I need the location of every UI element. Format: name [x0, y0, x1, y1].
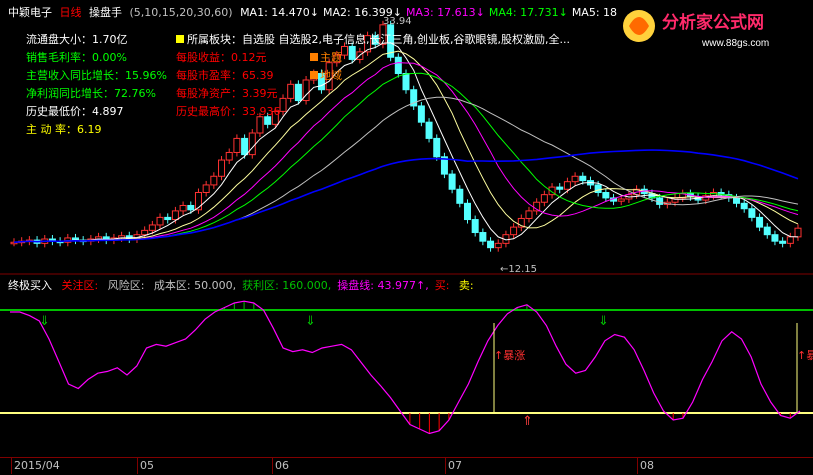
candle	[794, 227, 802, 238]
candle	[617, 198, 625, 202]
candle	[556, 186, 564, 190]
info-row: 每股市盈率：65.39	[176, 69, 274, 82]
info-row: 净利润同比增长：72.76%	[26, 87, 156, 100]
candle	[487, 240, 495, 249]
candle	[456, 188, 464, 204]
tag-square-icon	[310, 53, 318, 61]
candle	[494, 242, 502, 249]
candle	[156, 216, 164, 226]
surge-label: ↑暴涨	[494, 349, 525, 362]
ma30-line	[13, 96, 799, 243]
info-row: 历史最高价：33.936	[176, 105, 281, 118]
candle	[433, 137, 441, 158]
low-price-mark: ←12.15	[500, 264, 538, 275]
candle	[571, 175, 579, 183]
axis-label: 08	[640, 459, 654, 472]
candle	[294, 83, 302, 102]
candle	[563, 181, 571, 190]
candle	[479, 232, 487, 242]
info-row: 主营收入同比增长：15.96%	[26, 69, 167, 82]
candle	[525, 210, 533, 219]
info-row: 每股净资产：3.39元	[176, 87, 278, 100]
block-square-icon	[176, 35, 184, 43]
candle	[763, 226, 771, 236]
axis-tick	[11, 458, 12, 474]
time-axis	[0, 457, 813, 475]
info-row: 所属板块：自选股 自选股2,电子信息,长江三角,创业板,谷歌眼镜,股权激励,全.…	[176, 31, 570, 47]
candle	[602, 192, 610, 199]
candle	[241, 137, 249, 156]
axis-label: 06	[275, 459, 289, 472]
candle	[164, 216, 172, 221]
tag-1[interactable]: 地域	[310, 67, 342, 83]
sell-arrow-icon: ⇓	[598, 314, 609, 329]
tag-square-icon	[310, 71, 318, 79]
candle	[171, 210, 179, 221]
info-row: 历史最低价：4.897	[26, 105, 124, 118]
candle	[779, 240, 787, 244]
candle	[402, 73, 410, 91]
candle	[417, 105, 425, 123]
candle	[394, 56, 402, 74]
axis-tick	[637, 458, 638, 474]
candle	[733, 197, 741, 204]
candle	[540, 194, 548, 203]
candle	[579, 175, 587, 182]
candle	[210, 175, 218, 186]
candle	[463, 202, 471, 221]
candle	[471, 219, 479, 234]
info-row: 每股收益：0.12元	[176, 51, 267, 64]
info-row: 流通盘大小：1.70亿	[26, 33, 128, 46]
candle	[256, 116, 264, 134]
sell-arrow-icon: ⇓	[305, 314, 316, 329]
sell-arrow-icon: ⇓	[39, 314, 50, 329]
candle	[141, 229, 149, 236]
high-price-mark: 33.94	[383, 16, 412, 27]
candle	[756, 216, 764, 228]
axis-label: 2015/04	[14, 459, 60, 472]
candle	[225, 151, 233, 161]
candle	[148, 224, 156, 231]
candle	[202, 184, 210, 194]
surge-label: ↑暴	[797, 349, 813, 362]
candle	[348, 45, 356, 60]
candle	[218, 159, 226, 177]
buy-arrow-icon: ⇑	[522, 414, 533, 429]
candle	[425, 121, 433, 139]
axis-tick	[445, 458, 446, 474]
info-row: 主 动 率：6.19	[26, 123, 102, 136]
axis-label: 05	[140, 459, 154, 472]
candle	[510, 226, 518, 236]
candle	[771, 234, 779, 242]
candle	[287, 83, 295, 99]
oscillator-chart[interactable]: ⇓ ⇓ ⇓ ⇑ ↑暴涨 ↑暴	[0, 275, 813, 457]
info-row: 销售毛利率：0.00%	[26, 51, 127, 64]
axis-tick	[137, 458, 138, 474]
candle	[786, 236, 794, 244]
axis-tick	[272, 458, 273, 474]
candle	[341, 45, 349, 56]
candle	[740, 202, 748, 210]
candle	[179, 204, 187, 212]
candle	[248, 132, 256, 156]
candle	[594, 184, 602, 194]
axis-label: 07	[448, 459, 462, 472]
candle	[233, 137, 241, 153]
tag-0[interactable]: 主题	[310, 49, 342, 65]
candle	[448, 173, 456, 190]
candle	[748, 208, 756, 218]
candle	[187, 204, 195, 211]
candles-group	[10, 20, 802, 252]
